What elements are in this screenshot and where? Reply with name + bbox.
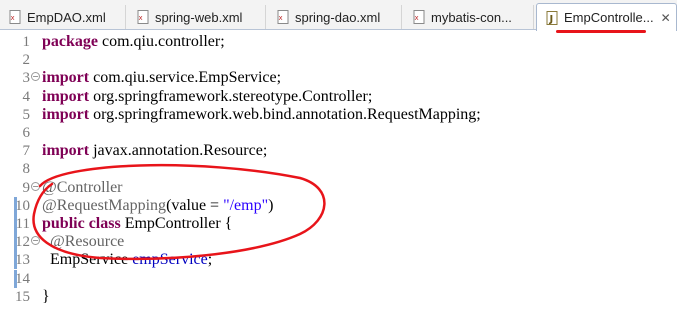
code-token: EmpService	[42, 251, 133, 269]
fold-toggle-icon[interactable]: −	[31, 236, 40, 246]
tab-3[interactable]: x mybatis-con...	[404, 5, 534, 29]
tab-label: spring-dao.xml	[295, 9, 381, 25]
code-line[interactable]: 12− @Resource	[0, 233, 677, 252]
fold-toggle-icon[interactable]: −	[31, 181, 40, 191]
code-token: com.qiu.service.EmpService;	[89, 69, 282, 87]
code-token: empService	[132, 251, 208, 269]
code-text: import com.qiu.service.EmpService;	[42, 69, 281, 87]
line-number: 15	[15, 288, 30, 305]
code-text: public class EmpController {	[42, 215, 232, 233]
code-token: import	[42, 69, 90, 87]
code-line[interactable]: 15}	[0, 288, 677, 306]
change-marker	[14, 196, 17, 215]
code-line[interactable]: 9− @Controller	[0, 179, 677, 197]
code-token: import	[42, 105, 90, 123]
line-number: 5	[22, 106, 31, 123]
line-number: 9	[22, 179, 31, 196]
line-number: 4	[22, 88, 31, 105]
change-marker	[14, 233, 17, 252]
code-line[interactable]: 1 package com.qiu.controller;	[0, 33, 677, 51]
code-token: com.qiu.controller;	[98, 33, 225, 50]
fold-toggle-icon[interactable]: −	[31, 72, 40, 82]
code-token: org.springframework.web.bind.annotation.…	[89, 105, 481, 123]
code-token: package	[42, 33, 98, 50]
tab-label: EmpDAO.xml	[27, 9, 106, 25]
code-line[interactable]: 14	[0, 269, 677, 288]
code-token: "/emp"	[223, 196, 269, 214]
code-line[interactable]: 6	[0, 124, 677, 142]
code-token: @RequestMapping	[42, 196, 167, 214]
svg-text:x: x	[138, 14, 142, 22]
code-text: package com.qiu.controller;	[42, 33, 225, 51]
tab-label: mybatis-con...	[431, 9, 512, 25]
line-number: 1	[22, 34, 31, 50]
code-token: ;	[207, 251, 213, 269]
code-token: import	[42, 87, 90, 105]
xml-file-icon: x	[136, 10, 149, 24]
tab-2[interactable]: x spring-dao.xml	[268, 5, 402, 29]
code-text: import org.springframework.stereotype.Co…	[42, 88, 372, 106]
xml-file-icon: x	[8, 10, 21, 24]
code-token: @Controller	[42, 178, 123, 196]
code-text: import org.springframework.web.bind.anno…	[42, 106, 481, 124]
code-line[interactable]: 5 import org.springframework.web.bind.ann…	[0, 106, 677, 124]
svg-text:J: J	[548, 14, 553, 25]
tab-1[interactable]: x spring-web.xml	[128, 5, 266, 29]
change-marker	[14, 269, 17, 288]
svg-text:x: x	[414, 14, 418, 22]
code-line[interactable]: 8	[0, 160, 677, 178]
code-token: }	[42, 287, 50, 305]
code-text: EmpService empService;	[42, 251, 212, 269]
line-number: 8	[22, 161, 31, 178]
editor-tab-bar: x EmpDAO.xml x spring-web.xml x spring-dao.xm…	[0, 0, 677, 31]
change-marker	[14, 215, 17, 233]
code-line[interactable]: 10 @RequestMapping(value = "/emp")	[0, 196, 677, 215]
code-line[interactable]: 13 EmpService empService;	[0, 251, 677, 270]
line-number: 3	[22, 70, 31, 87]
code-line[interactable]: 4 import org.springframework.stereotype.C…	[0, 88, 677, 106]
code-line[interactable]: 11 public class EmpController {	[0, 215, 677, 233]
svg-text:x: x	[278, 14, 282, 22]
java-file-icon: J	[545, 10, 558, 25]
tab-label: spring-web.xml	[155, 9, 243, 25]
code-text: @Resource	[42, 233, 124, 251]
code-line[interactable]: 2	[0, 51, 677, 69]
code-editor[interactable]: 1 package com.qiu.controller; 2 3− import co…	[0, 33, 677, 311]
line-number: 6	[22, 125, 31, 141]
code-token: javax.annotation.Resource;	[89, 142, 268, 160]
tab-label: EmpControlle...	[564, 10, 654, 25]
svg-text:x: x	[10, 14, 14, 22]
code-token: import	[42, 142, 90, 160]
change-marker	[14, 251, 17, 270]
code-text: import javax.annotation.Resource;	[42, 142, 267, 160]
code-text: @RequestMapping(value = "/emp")	[42, 197, 273, 215]
line-number: 2	[22, 52, 31, 69]
code-text: @Controller	[42, 179, 123, 197]
tab-4[interactable]: J EmpControlle... ✕	[536, 3, 677, 31]
code-token: public class	[42, 215, 121, 232]
close-icon[interactable]: ✕	[661, 11, 671, 25]
code-token: EmpController {	[120, 215, 233, 232]
code-token: org.springframework.stereotype.Controlle…	[89, 87, 373, 105]
line-number: 7	[22, 143, 31, 160]
code-token: )	[268, 196, 274, 214]
code-text: }	[42, 288, 50, 306]
code-token: @Resource	[50, 233, 125, 251]
code-line[interactable]: 3− import com.qiu.service.EmpService;	[0, 69, 677, 87]
code-token: (value =	[166, 196, 224, 214]
xml-file-icon: x	[276, 10, 289, 24]
code-line[interactable]: 7 import javax.annotation.Resource;	[0, 142, 677, 160]
xml-file-icon: x	[412, 10, 425, 24]
tab-0[interactable]: x EmpDAO.xml	[0, 5, 126, 29]
